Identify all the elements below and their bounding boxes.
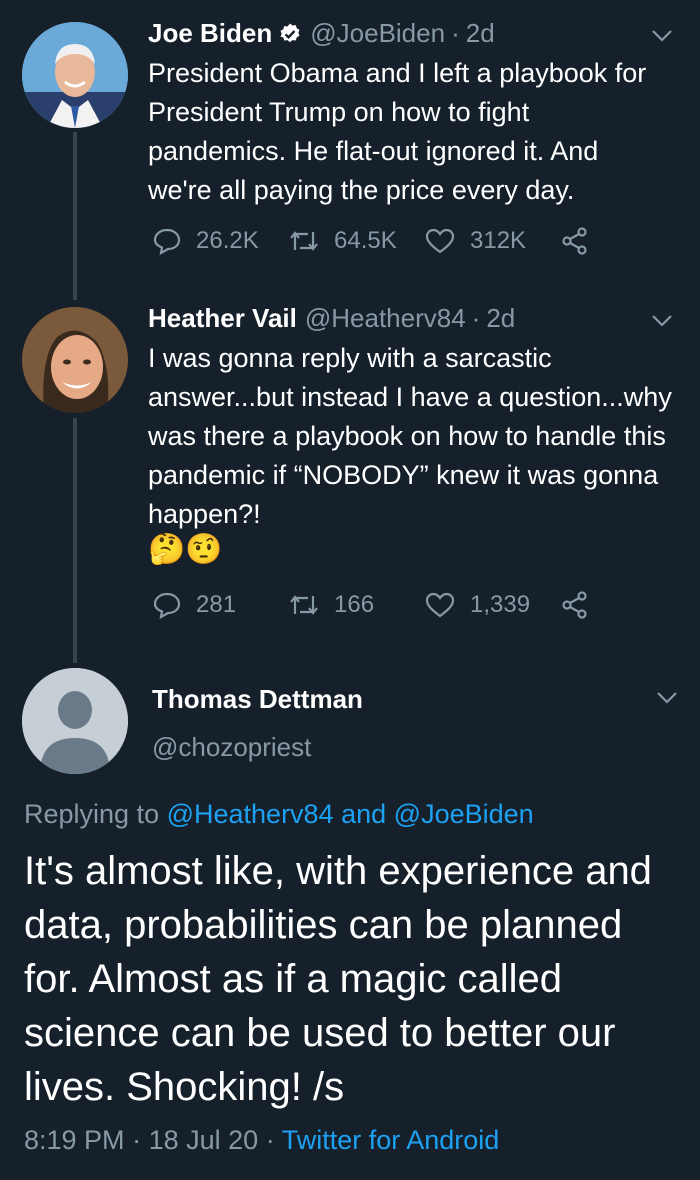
main-tweet-text: It's almost like, with experience and da… — [24, 849, 652, 1109]
avatar-joe-biden[interactable] — [22, 22, 128, 128]
replying-prefix: Replying to — [24, 799, 167, 829]
retweet-icon — [290, 595, 318, 615]
tweet-date: 18 Jul 20 — [148, 1125, 259, 1155]
author-name[interactable]: Joe Biden — [148, 18, 272, 49]
author-handle[interactable]: @chozopriest — [152, 732, 311, 763]
share-button[interactable] — [560, 226, 604, 256]
reply-button[interactable]: 281 — [152, 590, 236, 620]
share-icon — [562, 591, 587, 619]
reply-icon — [153, 228, 181, 256]
heart-icon — [425, 228, 455, 254]
chevron-down-icon[interactable] — [655, 690, 679, 706]
separator-dot: · — [451, 18, 460, 48]
mention-heatherv84[interactable]: @Heatherv84 — [167, 799, 334, 829]
share-icon — [562, 227, 587, 255]
retweet-count: 166 — [334, 591, 375, 618]
verified-badge-icon — [280, 23, 300, 42]
avatar-image — [22, 307, 128, 413]
like-button[interactable]: 1,339 — [424, 590, 530, 620]
author-name[interactable]: Heather Vail — [148, 303, 297, 334]
retweet-button[interactable]: 166 — [288, 590, 374, 620]
thread-line — [73, 132, 77, 300]
thread-line — [73, 418, 77, 663]
like-button[interactable]: 312K — [424, 226, 526, 256]
author-name[interactable]: Thomas Dettman — [152, 684, 363, 715]
share-button[interactable] — [560, 590, 604, 620]
reply-icon — [153, 592, 181, 620]
heart-icon — [425, 592, 455, 618]
chevron-down-icon[interactable] — [650, 313, 674, 329]
tweet-age: 2d — [465, 18, 495, 48]
retweet-icon — [290, 231, 318, 251]
separator-dot: · — [471, 303, 481, 333]
like-count: 312K — [470, 227, 527, 254]
tweet-source-link[interactable]: Twitter for Android — [282, 1125, 500, 1155]
like-count: 1,339 — [470, 591, 531, 618]
replying-to-line: Replying to @Heatherv84 and @JoeBiden — [24, 799, 534, 830]
tweet-emojis: 🤔🤨 — [148, 533, 223, 566]
retweet-button[interactable]: 64.5K — [288, 226, 397, 256]
default-avatar-icon — [22, 668, 128, 774]
avatar-heather-vail[interactable] — [22, 307, 128, 413]
avatar-default[interactable] — [22, 668, 128, 774]
mention-joebiden[interactable]: @JoeBiden — [394, 799, 534, 829]
chevron-down-icon[interactable] — [650, 28, 674, 44]
retweet-count: 64.5K — [334, 227, 397, 254]
separator-dot: · — [132, 1125, 142, 1155]
author-handle[interactable]: @Heatherv84 — [305, 303, 466, 334]
reply-count: 26.2K — [196, 227, 259, 254]
reply-button[interactable]: 26.2K — [152, 226, 259, 256]
tweet-meta: 8:19 PM · 18 Jul 20 · Twitter for Androi… — [24, 1125, 499, 1156]
reply-count: 281 — [196, 591, 237, 618]
author-handle[interactable]: @JoeBiden — [310, 18, 445, 49]
avatar-image — [22, 22, 128, 128]
separator-dot: · — [265, 1125, 275, 1155]
tweet-text: President Obama and I left a playbook fo… — [148, 58, 647, 205]
tweet-text: I was gonna reply with a sarcastic answe… — [148, 343, 672, 529]
tweet-time: 8:19 PM — [24, 1125, 125, 1155]
replying-and: and — [333, 799, 394, 829]
tweet-age: 2d — [486, 303, 516, 333]
